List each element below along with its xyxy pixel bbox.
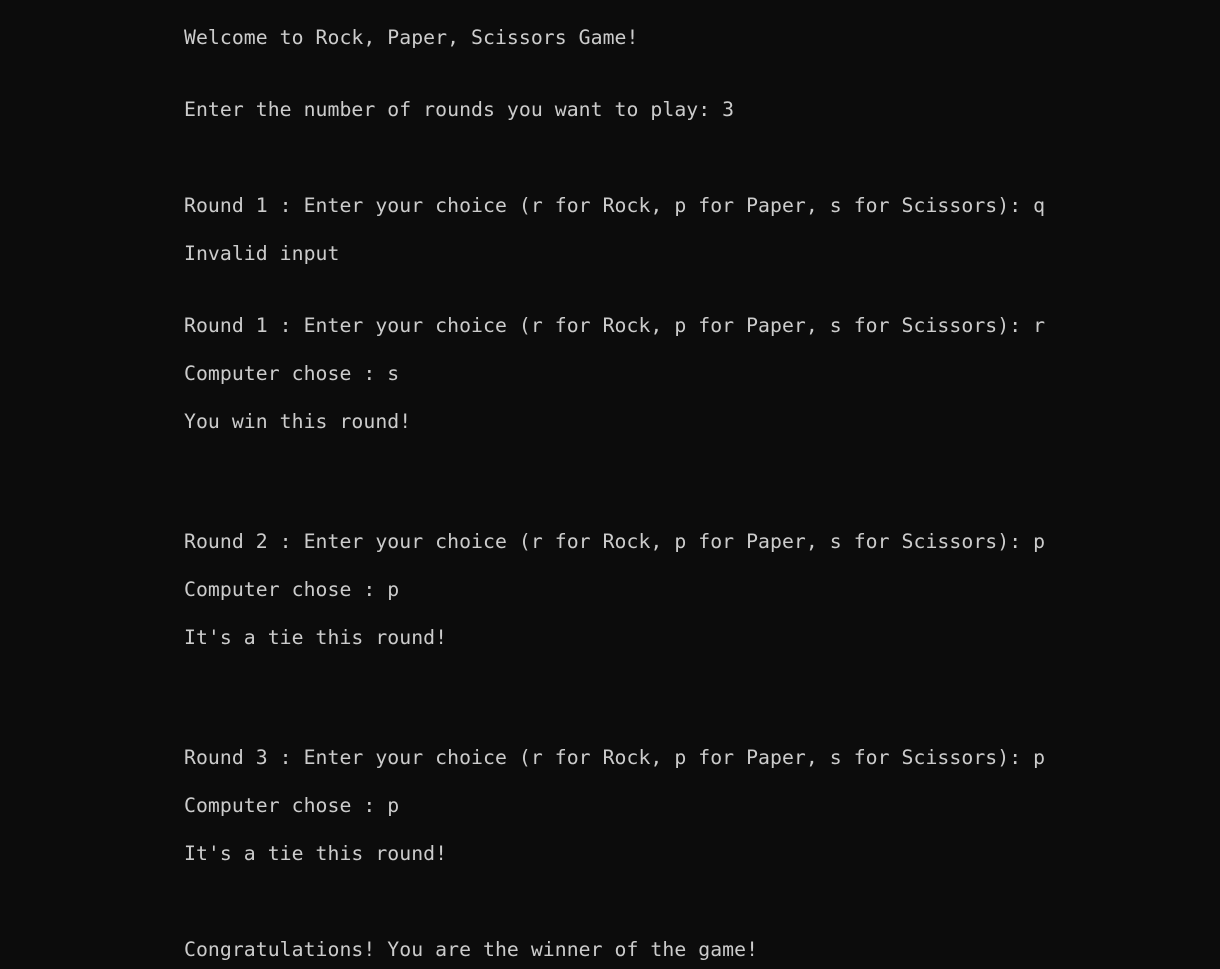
- console-window[interactable]: Welcome to Rock, Paper, Scissors Game! E…: [0, 0, 1220, 969]
- round-3-computer-choice: Computer chose : p: [184, 794, 400, 817]
- round-3-result: It's a tie this round!: [184, 842, 448, 865]
- welcome-message: Welcome to Rock, Paper, Scissors Game!: [184, 26, 639, 49]
- round-1-prompt-invalid: Round 1 : Enter your choice (r for Rock,…: [184, 194, 1046, 217]
- invalid-input-message: Invalid input: [184, 242, 340, 265]
- round-1-computer-choice: Computer chose : s: [184, 362, 400, 385]
- game-winner-message: Congratulations! You are the winner of t…: [184, 938, 759, 961]
- round-1-result: You win this round!: [184, 410, 412, 433]
- rounds-prompt: Enter the number of rounds you want to p…: [184, 98, 735, 121]
- round-2-result: It's a tie this round!: [184, 626, 448, 649]
- round-3-prompt: Round 3 : Enter your choice (r for Rock,…: [184, 746, 1046, 769]
- round-1-prompt: Round 1 : Enter your choice (r for Rock,…: [184, 314, 1046, 337]
- round-2-prompt: Round 2 : Enter your choice (r for Rock,…: [184, 530, 1046, 553]
- round-2-computer-choice: Computer chose : p: [184, 578, 400, 601]
